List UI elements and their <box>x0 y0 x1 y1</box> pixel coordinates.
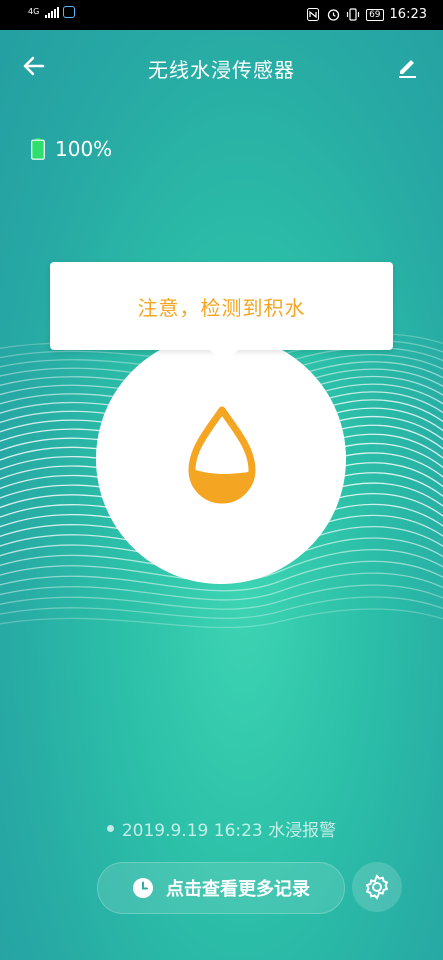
status-bar: 4G 69 16:23 <box>0 0 443 30</box>
alert-message: 注意，检测到积水 <box>137 295 306 320</box>
battery-icon: 69 <box>366 8 384 21</box>
clock-time: 16:23 <box>389 7 427 22</box>
home-app-icon <box>63 6 76 18</box>
status-right: 69 16:23 <box>306 7 427 22</box>
alert-tooltip: 注意，检测到积水 <box>50 262 393 364</box>
screen: 4G 69 16:23 无线水浸传感器 100% 注意，检测到积水 2019.9… <box>0 0 443 960</box>
signal-icon <box>45 6 60 18</box>
record-text: 2019.9.19 16:23 水浸报警 <box>121 821 337 841</box>
battery-percent: 100% <box>55 137 113 161</box>
battery-full-icon <box>31 138 45 160</box>
pencil-icon[interactable] <box>393 52 421 80</box>
clock-icon <box>132 877 154 899</box>
more-records-label: 点击查看更多记录 <box>166 879 310 900</box>
last-record: 2019.9.19 16:23 水浸报警 <box>0 816 443 841</box>
page-title: 无线水浸传感器 <box>148 58 295 82</box>
battery-status: 100% <box>31 137 112 161</box>
more-records-button[interactable]: 点击查看更多记录 <box>97 862 345 914</box>
header: 无线水浸传感器 <box>0 30 443 102</box>
nfc-icon <box>306 8 320 22</box>
alarm-icon <box>326 8 340 22</box>
gear-icon[interactable] <box>352 862 402 912</box>
network-label: 4G <box>28 7 40 16</box>
record-dot <box>106 825 114 832</box>
water-drop-icon <box>184 404 260 504</box>
status-left: 4G <box>28 6 76 18</box>
vibrate-icon <box>346 8 360 22</box>
